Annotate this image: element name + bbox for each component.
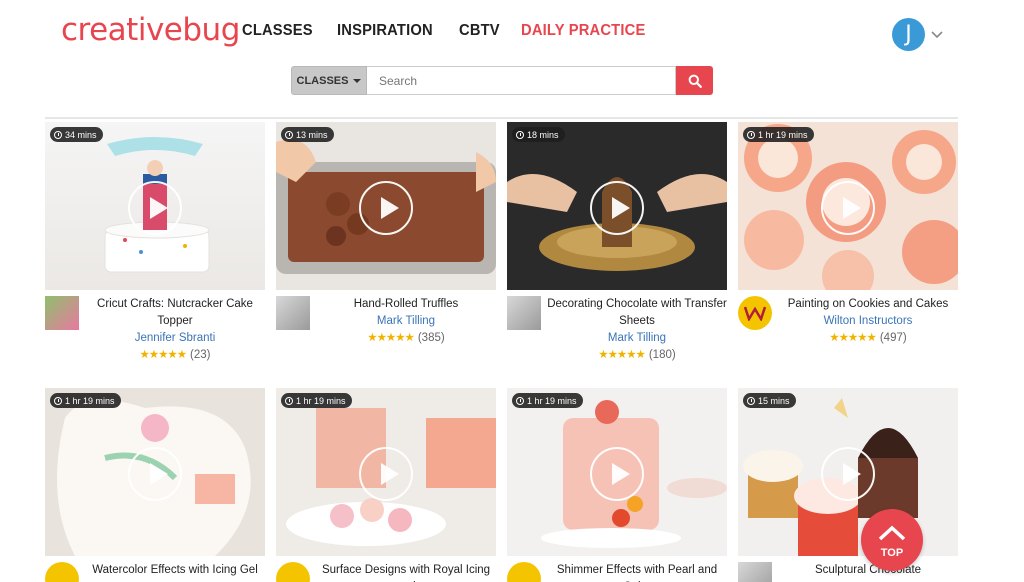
- class-info: Watercolor Effects with Icing Gel: [85, 562, 265, 579]
- chevron-down-icon[interactable]: [931, 29, 943, 41]
- instructor-name[interactable]: Mark Tilling: [316, 313, 496, 330]
- instructor-name[interactable]: Jennifer Sbranti: [85, 330, 265, 347]
- duration-badge: 1 hr 19 mins: [281, 393, 352, 408]
- play-icon[interactable]: [590, 181, 644, 235]
- class-info: Painting on Cookies and Cakes Wilton Ins…: [778, 296, 958, 347]
- play-icon[interactable]: [821, 447, 875, 501]
- nav-inspiration[interactable]: INSPIRATION: [337, 22, 433, 40]
- class-thumbnail[interactable]: 1 hr 19 mins: [276, 388, 496, 556]
- rating: ★★★★★ (23): [85, 347, 265, 364]
- creativebug-logo[interactable]: creativebug: [61, 12, 240, 48]
- rating-count: (180): [648, 349, 676, 361]
- class-thumbnail[interactable]: 1 hr 19 mins: [45, 388, 265, 556]
- class-title[interactable]: Hand-Rolled Truffles: [316, 296, 496, 313]
- play-icon[interactable]: [128, 181, 182, 235]
- search-category-label: CLASSES: [296, 74, 349, 87]
- rating-stars: ★★★★★: [598, 349, 646, 361]
- class-thumbnail[interactable]: 13 mins: [276, 122, 496, 290]
- clock-icon: [747, 130, 755, 139]
- clock-icon: [516, 396, 524, 405]
- nav-classes[interactable]: CLASSES: [242, 22, 313, 40]
- back-to-top-button[interactable]: TOP: [861, 509, 923, 571]
- wilton-logo[interactable]: [276, 562, 310, 582]
- play-icon[interactable]: [821, 181, 875, 235]
- class-thumbnail[interactable]: 1 hr 19 mins: [738, 122, 958, 290]
- instructor-name[interactable]: Mark Tilling: [547, 330, 727, 347]
- search-category-dropdown[interactable]: CLASSES: [291, 66, 367, 95]
- class-title[interactable]: Decorating Chocolate with Transfer Sheet…: [547, 296, 727, 330]
- rating-count: (23): [190, 349, 211, 361]
- rating: ★★★★★ (180): [547, 347, 727, 364]
- rating-count: (385): [417, 332, 445, 344]
- search-icon: [688, 74, 702, 88]
- duration-badge: 1 hr 19 mins: [50, 393, 121, 408]
- site-header: creativebug CLASSES INSPIRATION CBTV DAI…: [0, 0, 1024, 119]
- class-title[interactable]: Cricut Crafts: Nutcracker Cake Topper: [85, 296, 265, 330]
- instructor-avatar[interactable]: [738, 562, 772, 582]
- class-title[interactable]: Painting on Cookies and Cakes: [778, 296, 958, 313]
- class-title[interactable]: Watercolor Effects with Icing Gel: [85, 562, 265, 579]
- search-button[interactable]: [676, 66, 713, 95]
- back-to-top-label: TOP: [880, 547, 904, 559]
- instructor-avatar[interactable]: [276, 296, 310, 330]
- duration-badge: 18 mins: [512, 127, 565, 142]
- clock-icon: [285, 396, 293, 405]
- duration-badge: 15 mins: [743, 393, 796, 408]
- clock-icon: [516, 130, 524, 139]
- duration-badge: 13 mins: [281, 127, 334, 142]
- nav-daily-practice[interactable]: DAILY PRACTICE: [521, 22, 645, 40]
- main-nav: CLASSES INSPIRATION CBTV DAILY PRACTICE: [242, 22, 657, 40]
- wilton-w-icon: [744, 306, 766, 321]
- class-info: Surface Designs with Royal Icing and: [316, 562, 496, 582]
- class-title[interactable]: Surface Designs with Royal Icing and: [316, 562, 496, 582]
- header-divider: [45, 117, 958, 119]
- instructor-avatar[interactable]: [507, 296, 541, 330]
- play-icon[interactable]: [359, 181, 413, 235]
- rating-stars: ★★★★★: [367, 332, 415, 344]
- rating: ★★★★★ (385): [316, 330, 496, 347]
- class-title[interactable]: Sculptural Chocolate: [778, 562, 958, 579]
- class-info: Shimmer Effects with Pearl and Color: [547, 562, 727, 582]
- duration-badge: 1 hr 19 mins: [743, 127, 814, 142]
- class-thumbnail[interactable]: 18 mins: [507, 122, 727, 290]
- clock-icon: [54, 130, 62, 139]
- class-title[interactable]: Shimmer Effects with Pearl and Color: [547, 562, 727, 582]
- play-icon[interactable]: [590, 447, 644, 501]
- user-avatar[interactable]: J: [892, 18, 925, 51]
- rating: ★★★★★ (497): [778, 330, 958, 347]
- class-info: Decorating Chocolate with Transfer Sheet…: [547, 296, 727, 364]
- rating-stars: ★★★★★: [139, 349, 187, 361]
- rating-stars: ★★★★★: [829, 332, 877, 344]
- instructor-avatar[interactable]: [45, 296, 79, 330]
- chevron-up-icon: [878, 525, 906, 541]
- duration-badge: 1 hr 19 mins: [512, 393, 583, 408]
- wilton-logo[interactable]: [45, 562, 79, 582]
- search-input[interactable]: [367, 66, 676, 95]
- wilton-logo[interactable]: [507, 562, 541, 582]
- wilton-logo[interactable]: [738, 296, 772, 330]
- class-thumbnail[interactable]: 1 hr 19 mins: [507, 388, 727, 556]
- class-thumbnail[interactable]: 15 mins: [738, 388, 958, 556]
- class-info: Hand-Rolled Truffles Mark Tilling ★★★★★(…: [316, 296, 496, 347]
- duration-badge: 34 mins: [50, 127, 103, 142]
- nav-cbtv[interactable]: CBTV: [459, 22, 500, 40]
- class-thumbnail[interactable]: 34 mins: [45, 122, 265, 290]
- clock-icon: [285, 130, 293, 139]
- class-info: Cricut Crafts: Nutcracker Cake Topper Je…: [85, 296, 265, 364]
- clock-icon: [54, 396, 62, 405]
- play-icon[interactable]: [128, 447, 182, 501]
- search-bar: CLASSES: [291, 66, 713, 95]
- clock-icon: [747, 396, 755, 405]
- instructor-name[interactable]: Wilton Instructors: [778, 313, 958, 330]
- rating-count: (497): [879, 332, 907, 344]
- play-icon[interactable]: [359, 447, 413, 501]
- class-info: Sculptural Chocolate: [778, 562, 958, 579]
- caret-down-icon: [353, 78, 362, 83]
